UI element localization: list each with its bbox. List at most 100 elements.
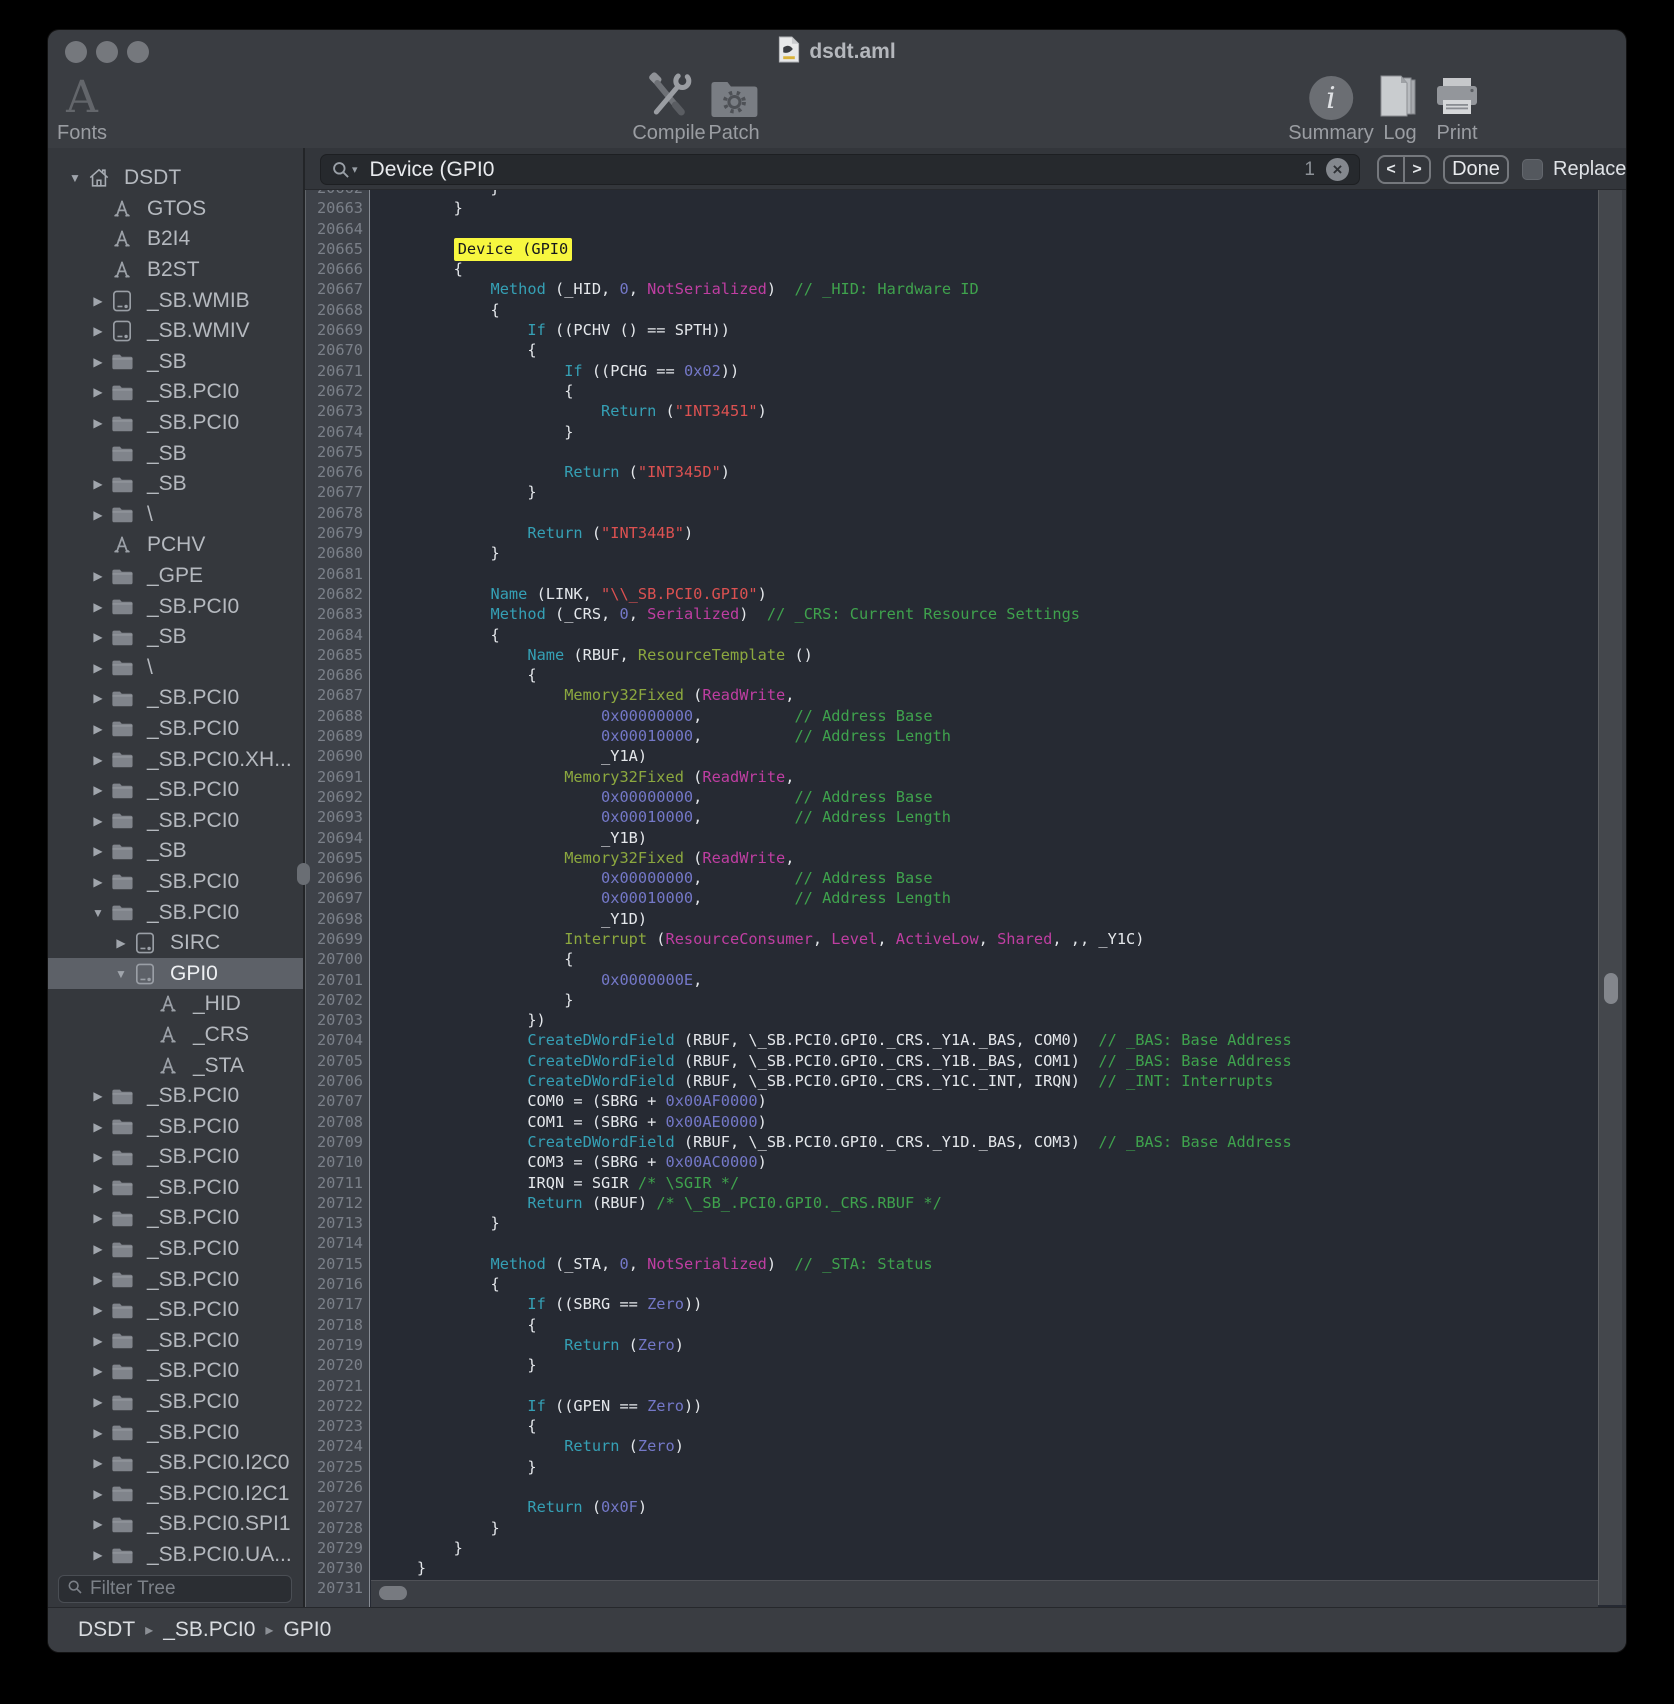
- tree-item[interactable]: ▶_SB: [48, 836, 303, 867]
- code-line[interactable]: 20692 0x00000000, // Address Base: [305, 787, 1602, 807]
- code-line[interactable]: 20664: [305, 219, 1602, 239]
- tree-item[interactable]: ▶_SB.PCI0: [48, 1295, 303, 1326]
- disclosure-closed-icon[interactable]: ▶: [87, 691, 109, 705]
- tree-item[interactable]: ▶_SB.PCI0: [48, 1387, 303, 1418]
- tree-item[interactable]: _CRS: [48, 1020, 303, 1051]
- disclosure-closed-icon[interactable]: ▶: [87, 1456, 109, 1470]
- code-line[interactable]: 20710 COM3 = (SBRG + 0x00AC0000): [305, 1152, 1602, 1172]
- code-line[interactable]: 20717 If ((SBRG == Zero)): [305, 1294, 1602, 1314]
- code-line[interactable]: 20722 If ((GPEN == Zero)): [305, 1396, 1602, 1416]
- tree-item[interactable]: ▶_SB.PCI0: [48, 1326, 303, 1357]
- code-line[interactable]: 20713 }: [305, 1213, 1602, 1233]
- tree-item[interactable]: ▶_SB.WMIV: [48, 316, 303, 347]
- disclosure-closed-icon[interactable]: ▶: [87, 355, 109, 369]
- tree-item[interactable]: ▶_GPE: [48, 561, 303, 592]
- code-line[interactable]: 20699 Interrupt (ResourceConsumer, Level…: [305, 929, 1602, 949]
- tree-item[interactable]: ▶_SB.PCI0: [48, 591, 303, 622]
- compile-button[interactable]: Compile: [632, 74, 705, 148]
- breadcrumb-item[interactable]: _SB.PCI0: [163, 1618, 255, 1642]
- tree-item[interactable]: ▶_SB.PCI0: [48, 408, 303, 439]
- tree-item[interactable]: ▶_SB.PCI0: [48, 1142, 303, 1173]
- disclosure-closed-icon[interactable]: ▶: [87, 1517, 109, 1531]
- disclosure-closed-icon[interactable]: ▶: [87, 1150, 109, 1164]
- code-line[interactable]: 20704 CreateDWordField (RBUF, \_SB.PCI0.…: [305, 1030, 1602, 1050]
- tree-item[interactable]: GTOS: [48, 194, 303, 225]
- tree-item[interactable]: ▶_SB: [48, 347, 303, 378]
- tree-item[interactable]: ▶_SB.PCI0: [48, 775, 303, 806]
- code-line[interactable]: 20721: [305, 1376, 1602, 1396]
- disclosure-closed-icon[interactable]: ▶: [87, 600, 109, 614]
- disclosure-closed-icon[interactable]: ▶: [87, 1487, 109, 1501]
- code-line[interactable]: 20716 {: [305, 1274, 1602, 1294]
- tree-item[interactable]: ▶_SB.PCI0: [48, 1173, 303, 1204]
- tree-item[interactable]: ▶_SB.PCI0: [48, 1234, 303, 1265]
- disclosure-closed-icon[interactable]: ▶: [87, 1242, 109, 1256]
- disclosure-closed-icon[interactable]: ▶: [87, 844, 109, 858]
- code-editor[interactable]: 20662 }20663 }2066420665 Device (GPI0206…: [305, 190, 1626, 1607]
- code-line[interactable]: 20724 Return (Zero): [305, 1436, 1602, 1456]
- code-line[interactable]: 20708 COM1 = (SBRG + 0x00AE0000): [305, 1112, 1602, 1132]
- code-line[interactable]: 20666 {: [305, 259, 1602, 279]
- code-line[interactable]: 20672 {: [305, 381, 1602, 401]
- disclosure-closed-icon[interactable]: ▶: [87, 416, 109, 430]
- code-line[interactable]: 20690 _Y1A): [305, 746, 1602, 766]
- tree-item[interactable]: ▶\: [48, 500, 303, 531]
- disclosure-closed-icon[interactable]: ▶: [87, 385, 109, 399]
- code-line[interactable]: 20684 {: [305, 625, 1602, 645]
- disclosure-closed-icon[interactable]: ▶: [87, 1334, 109, 1348]
- disclosure-closed-icon[interactable]: ▶: [87, 1303, 109, 1317]
- disclosure-open-icon[interactable]: ▼: [64, 171, 86, 185]
- code-line[interactable]: 20711 IRQN = SGIR /* \SGIR */: [305, 1173, 1602, 1193]
- disclosure-closed-icon[interactable]: ▶: [87, 508, 109, 522]
- tree-item[interactable]: _STA: [48, 1050, 303, 1081]
- tree-item[interactable]: ▶_SB.PCI0: [48, 1111, 303, 1142]
- tree-item[interactable]: ▶_SB.PCI0: [48, 1356, 303, 1387]
- zoom-button[interactable]: [127, 41, 149, 63]
- breadcrumb-item[interactable]: GPI0: [283, 1618, 331, 1642]
- code-line[interactable]: 20685 Name (RBUF, ResourceTemplate (): [305, 645, 1602, 665]
- code-line[interactable]: 20715 Method (_STA, 0, NotSerialized) //…: [305, 1254, 1602, 1274]
- tree-item[interactable]: ▶_SB.PCI0.I2C1: [48, 1479, 303, 1510]
- disclosure-closed-icon[interactable]: ▶: [87, 294, 109, 308]
- breadcrumb-item[interactable]: DSDT: [78, 1618, 135, 1642]
- code-line[interactable]: 20673 Return ("INT3451"): [305, 401, 1602, 421]
- print-button[interactable]: Print: [1433, 74, 1481, 148]
- code-line[interactable]: 20728 }: [305, 1518, 1602, 1538]
- search-query[interactable]: Device (GPI0: [370, 158, 495, 182]
- code-line[interactable]: 20714: [305, 1233, 1602, 1253]
- code-line[interactable]: 20680 }: [305, 543, 1602, 563]
- tree-item[interactable]: _HID: [48, 989, 303, 1020]
- code-line[interactable]: 20689 0x00010000, // Address Length: [305, 726, 1602, 746]
- code-line[interactable]: 20674 }: [305, 422, 1602, 442]
- search-field[interactable]: ▾ Device (GPI0 1 ×: [320, 154, 1360, 185]
- code-line[interactable]: 20729 }: [305, 1538, 1602, 1558]
- tree-item[interactable]: ▶_SB.PCI0: [48, 805, 303, 836]
- code-line[interactable]: 20695 Memory32Fixed (ReadWrite,: [305, 848, 1602, 868]
- tree-item[interactable]: ▼_SB.PCI0: [48, 897, 303, 928]
- disclosure-closed-icon[interactable]: ▶: [87, 722, 109, 736]
- disclosure-closed-icon[interactable]: ▶: [87, 1548, 109, 1562]
- done-button[interactable]: Done: [1443, 155, 1509, 184]
- tree-item[interactable]: ▶_SB.PCI0.SPI1: [48, 1509, 303, 1540]
- fonts-button[interactable]: A Fonts: [57, 74, 107, 148]
- code-line[interactable]: 20683 Method (_CRS, 0, Serialized) // _C…: [305, 604, 1602, 624]
- code-line[interactable]: 20707 COM0 = (SBRG + 0x00AF0000): [305, 1091, 1602, 1111]
- code-line[interactable]: 20671 If ((PCHG == 0x02)): [305, 361, 1602, 381]
- code-line[interactable]: 20662 }: [305, 190, 1602, 198]
- disclosure-closed-icon[interactable]: ▶: [87, 1364, 109, 1378]
- disclosure-closed-icon[interactable]: ▶: [87, 630, 109, 644]
- tree-item[interactable]: ▶SIRC: [48, 928, 303, 959]
- tree-item[interactable]: ▶_SB.PCI0: [48, 377, 303, 408]
- disclosure-closed-icon[interactable]: ▶: [87, 477, 109, 491]
- vertical-scrollbar-thumb[interactable]: [1604, 973, 1618, 1004]
- patch-button[interactable]: Patch: [708, 74, 759, 148]
- disclosure-closed-icon[interactable]: ▶: [87, 1181, 109, 1195]
- tree-item[interactable]: ▶_SB.PCI0.XH...: [48, 744, 303, 775]
- tree-item[interactable]: ▶_SB.PCI0.I2C0: [48, 1448, 303, 1479]
- minimize-button[interactable]: [96, 41, 118, 63]
- code-line[interactable]: 20705 CreateDWordField (RBUF, \_SB.PCI0.…: [305, 1051, 1602, 1071]
- code-line[interactable]: 20720 }: [305, 1355, 1602, 1375]
- code-line[interactable]: 20698 _Y1D): [305, 909, 1602, 929]
- disclosure-closed-icon[interactable]: ▶: [87, 1089, 109, 1103]
- disclosure-closed-icon[interactable]: ▶: [87, 569, 109, 583]
